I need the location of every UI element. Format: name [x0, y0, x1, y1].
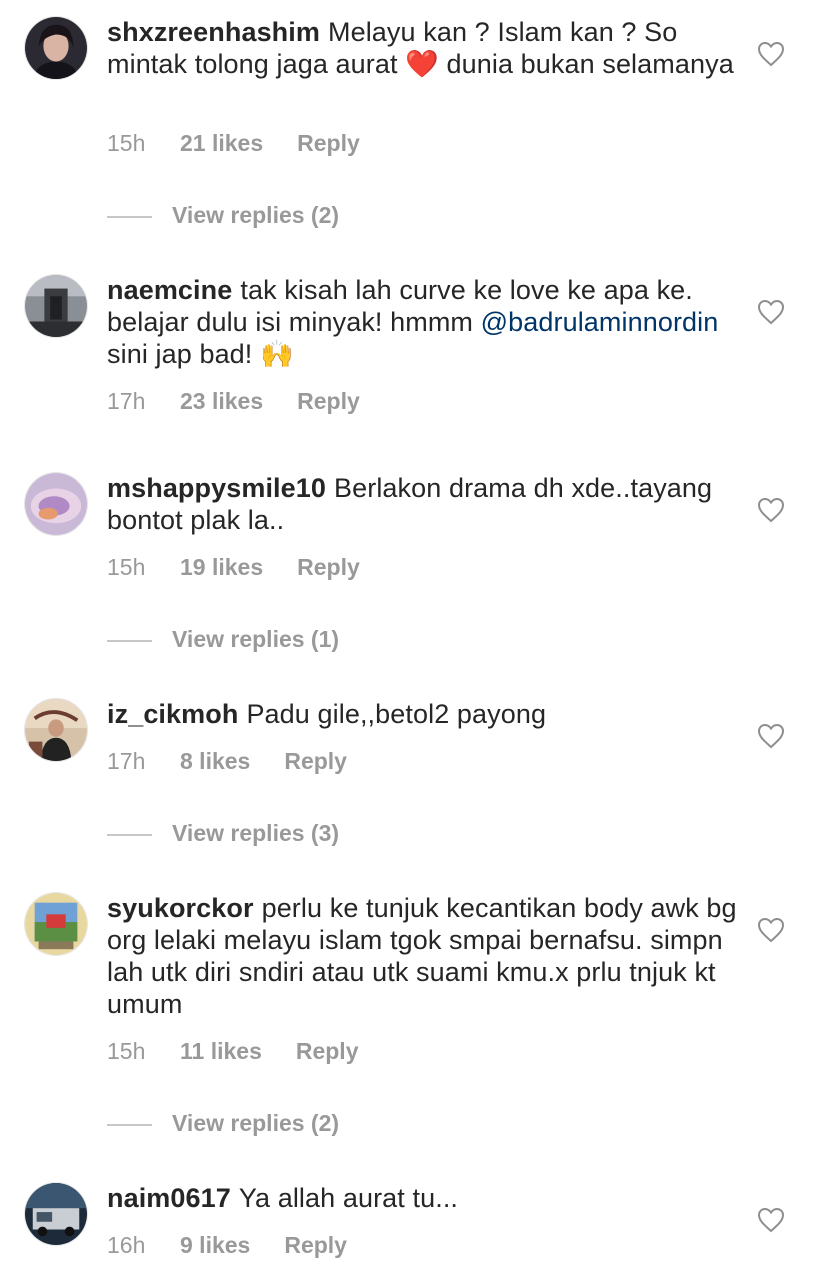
- divider-line: [107, 1123, 152, 1126]
- comment-text: syukorckor perlu ke tunjuk kecantikan bod…: [107, 893, 737, 1019]
- heart-outline-icon[interactable]: [757, 41, 785, 67]
- view-replies-button[interactable]: View replies (3): [107, 819, 339, 847]
- heart-emoji: ❤️: [405, 49, 439, 79]
- comment-username[interactable]: mshappysmile10: [107, 473, 326, 503]
- view-replies-button[interactable]: View replies (2): [107, 1109, 339, 1137]
- heart-outline-icon[interactable]: [757, 723, 785, 749]
- raising-hands-emoji: 🙌: [260, 339, 294, 369]
- likes-count[interactable]: 8 likes: [180, 747, 250, 775]
- avatar[interactable]: [24, 892, 88, 956]
- comment-time: 17h: [107, 388, 146, 414]
- comment-time: 15h: [107, 554, 146, 580]
- likes-count[interactable]: 9 likes: [180, 1231, 250, 1259]
- comment-time: 15h: [107, 130, 146, 156]
- comment-username[interactable]: shxzreenhashim: [107, 17, 320, 47]
- comment-text: mshappysmile10 Berlakon drama dh xde..tay…: [107, 473, 713, 535]
- comment-username[interactable]: iz_cikmoh: [107, 699, 238, 729]
- view-replies-button[interactable]: View replies (2): [107, 201, 339, 229]
- user-mention-link[interactable]: @badrulaminnordin: [481, 307, 719, 337]
- comment-username[interactable]: naim0617: [107, 1183, 231, 1213]
- reply-button[interactable]: Reply: [297, 387, 360, 415]
- reply-button[interactable]: Reply: [297, 129, 360, 157]
- comment-text: naemcine tak kisah lah curve ke love ke a…: [107, 275, 719, 369]
- avatar[interactable]: [24, 16, 88, 80]
- avatar[interactable]: [24, 1182, 88, 1246]
- comment-time: 17h: [107, 748, 146, 774]
- comment-meta: 17h 8 likes Reply: [107, 747, 347, 775]
- comment-meta: 15h 19 likes Reply: [107, 553, 360, 581]
- divider-line: [107, 639, 152, 642]
- comment-text: naim0617 Ya allah aurat tu...: [107, 1183, 459, 1213]
- comment-meta: 15h 21 likes Reply: [107, 129, 360, 157]
- avatar[interactable]: [24, 472, 88, 536]
- comment-time: 16h: [107, 1232, 146, 1258]
- heart-outline-icon[interactable]: [757, 917, 785, 943]
- view-replies-button[interactable]: View replies (1): [107, 625, 339, 653]
- comment-text: shxzreenhashim Melayu kan ? Islam kan ? S…: [107, 17, 734, 79]
- reply-button[interactable]: Reply: [284, 1231, 347, 1259]
- comment-meta: 15h 11 likes Reply: [107, 1037, 359, 1065]
- likes-count[interactable]: 21 likes: [180, 129, 263, 157]
- heart-outline-icon[interactable]: [757, 1207, 785, 1233]
- likes-count[interactable]: 23 likes: [180, 387, 263, 415]
- likes-count[interactable]: 11 likes: [180, 1037, 262, 1065]
- divider-line: [107, 215, 152, 218]
- heart-outline-icon[interactable]: [757, 299, 785, 325]
- likes-count[interactable]: 19 likes: [180, 553, 263, 581]
- comment-text: iz_cikmoh Padu gile,,betol2 payong: [107, 699, 547, 729]
- heart-outline-icon[interactable]: [757, 497, 785, 523]
- comment-username[interactable]: syukorckor: [107, 893, 254, 923]
- avatar[interactable]: [24, 274, 88, 338]
- reply-button[interactable]: Reply: [284, 747, 347, 775]
- comment-meta: 17h 23 likes Reply: [107, 387, 360, 415]
- divider-line: [107, 833, 152, 836]
- avatar[interactable]: [24, 698, 88, 762]
- comment-meta: 16h 9 likes Reply: [107, 1231, 347, 1259]
- reply-button[interactable]: Reply: [296, 1037, 359, 1065]
- comment-username[interactable]: naemcine: [107, 275, 232, 305]
- reply-button[interactable]: Reply: [297, 553, 360, 581]
- comment-time: 15h: [107, 1038, 146, 1064]
